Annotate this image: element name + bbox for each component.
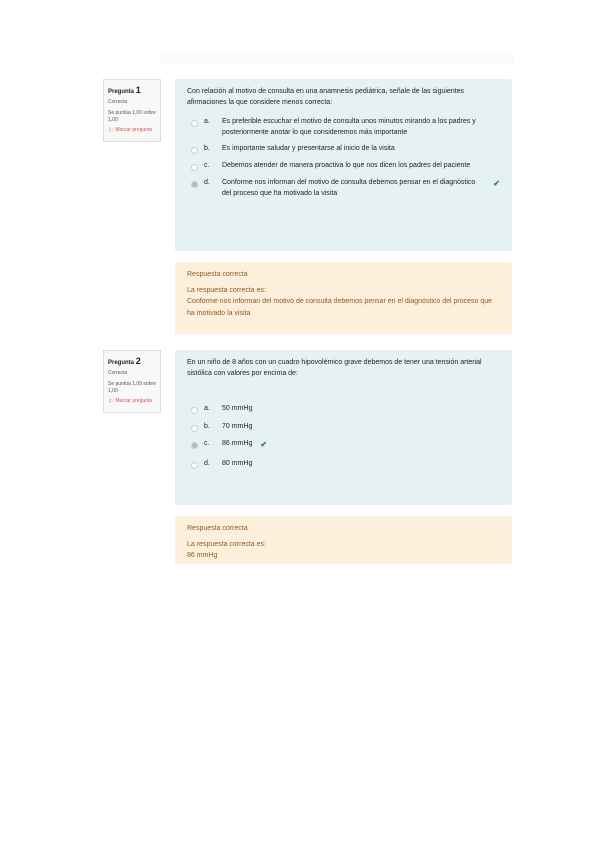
question-2-answers: a. 50 mmHg b. 70 mmHg c. 86 mmHg ✔ d. 80… — [187, 404, 500, 470]
question-1-answers: a. Es preferible escuchar el motivo de c… — [187, 117, 500, 200]
flag-label: Marcar pregunta — [115, 398, 153, 405]
feedback-label: La respuesta correcta es: — [187, 540, 266, 548]
question-label: Pregunta — [108, 89, 135, 95]
check-icon: ✔ — [493, 179, 500, 189]
question-1-info: Pregunta 1 Correcta Se puntúa 1,00 sobre… — [103, 79, 161, 143]
question-1-content: Con relación al motivo de consulta en un… — [175, 79, 512, 251]
answer-option-d[interactable]: d. Conforme nos informan del motivo de c… — [187, 178, 500, 200]
radio-icon[interactable] — [191, 119, 198, 127]
radio-icon[interactable] — [191, 442, 198, 450]
flag-icon: ⚐ — [108, 128, 114, 135]
answer-letter: d. — [204, 179, 210, 187]
question-1-feedback: Respuesta correcta La respuesta correcta… — [175, 262, 512, 334]
answer-letter: b. — [204, 145, 210, 153]
radio-icon[interactable] — [191, 406, 198, 414]
question-1-flag-link[interactable]: ⚐ Marcar pregunta — [108, 127, 157, 135]
flag-label: Marcar pregunta — [115, 127, 153, 134]
radio-icon[interactable] — [191, 147, 198, 155]
answer-option-c[interactable]: c. Debemos atender de manera proactiva l… — [187, 161, 500, 172]
answer-letter: d. — [204, 459, 210, 467]
question-1-number: Pregunta 1 — [108, 84, 157, 96]
answer-option-b[interactable]: b. 70 mmHg — [187, 422, 500, 433]
question-number: 2 — [135, 356, 141, 366]
question-1-text: Con relación al motivo de consulta en un… — [187, 88, 465, 106]
question-2-content: En un niño de 8 años con un cuadro hipov… — [175, 350, 512, 505]
question-1-grade: Se puntúa 1,00 sobre 1,00 — [108, 109, 156, 123]
answer-letter: b. — [204, 422, 210, 430]
answer-letter: a. — [204, 117, 210, 125]
feedback-label: La respuesta correcta es: — [187, 286, 266, 294]
answer-option-d[interactable]: d. 80 mmHg — [187, 459, 500, 470]
feedback-answer: Conforme nos informan del motivo de cons… — [187, 298, 493, 317]
question-2-text: En un niño de 8 años con un cuadro hipov… — [187, 359, 482, 377]
answer-text: Es preferible escuchar el motivo de cons… — [222, 117, 476, 136]
radio-icon[interactable] — [191, 181, 198, 189]
answer-text: 50 mmHg — [222, 404, 253, 412]
answer-text: 86 mmHg — [222, 440, 253, 448]
feedback-title: Respuesta correcta — [187, 525, 248, 532]
question-2-state: Correcta — [108, 370, 128, 377]
question-2-number: Pregunta 2 — [108, 355, 157, 367]
feedback-answer: 86 mmHg — [187, 552, 218, 560]
question-label: Pregunta — [108, 360, 135, 366]
question-2-grade: Se puntúa 1,00 sobre 1,00 — [108, 380, 156, 394]
feedback-title: Respuesta correcta — [187, 271, 248, 278]
answer-letter: a. — [204, 404, 210, 412]
answer-option-c[interactable]: c. 86 mmHg ✔ — [187, 439, 500, 451]
answer-letter: c. — [204, 440, 210, 448]
question-number: 1 — [135, 85, 141, 95]
question-1-state: Correcta — [108, 99, 128, 106]
top-spacer — [160, 53, 515, 65]
check-icon: ✔ — [260, 440, 268, 450]
answer-text: Conforme nos informan del motivo de cons… — [222, 179, 476, 197]
answer-option-a[interactable]: a. 50 mmHg — [187, 404, 500, 415]
flag-icon: ⚐ — [108, 399, 114, 406]
radio-icon[interactable] — [191, 164, 198, 172]
question-2-feedback: Respuesta correcta La respuesta correcta… — [175, 516, 512, 564]
radio-icon[interactable] — [191, 461, 198, 469]
question-2-info: Pregunta 2 Correcta Se puntúa 1,00 sobre… — [103, 350, 161, 414]
answer-text: Es importante saludar y presentarse al i… — [222, 145, 395, 153]
answer-text: Debemos atender de manera proactiva lo q… — [222, 162, 471, 170]
question-2-flag-link[interactable]: ⚐ Marcar pregunta — [108, 398, 157, 406]
radio-icon[interactable] — [191, 424, 198, 432]
answer-option-a[interactable]: a. Es preferible escuchar el motivo de c… — [187, 117, 500, 139]
answer-option-b[interactable]: b. Es importante saludar y presentarse a… — [187, 144, 500, 155]
answer-text: 70 mmHg — [222, 422, 253, 430]
answer-letter: c. — [204, 162, 210, 170]
answer-text: 80 mmHg — [222, 459, 253, 467]
